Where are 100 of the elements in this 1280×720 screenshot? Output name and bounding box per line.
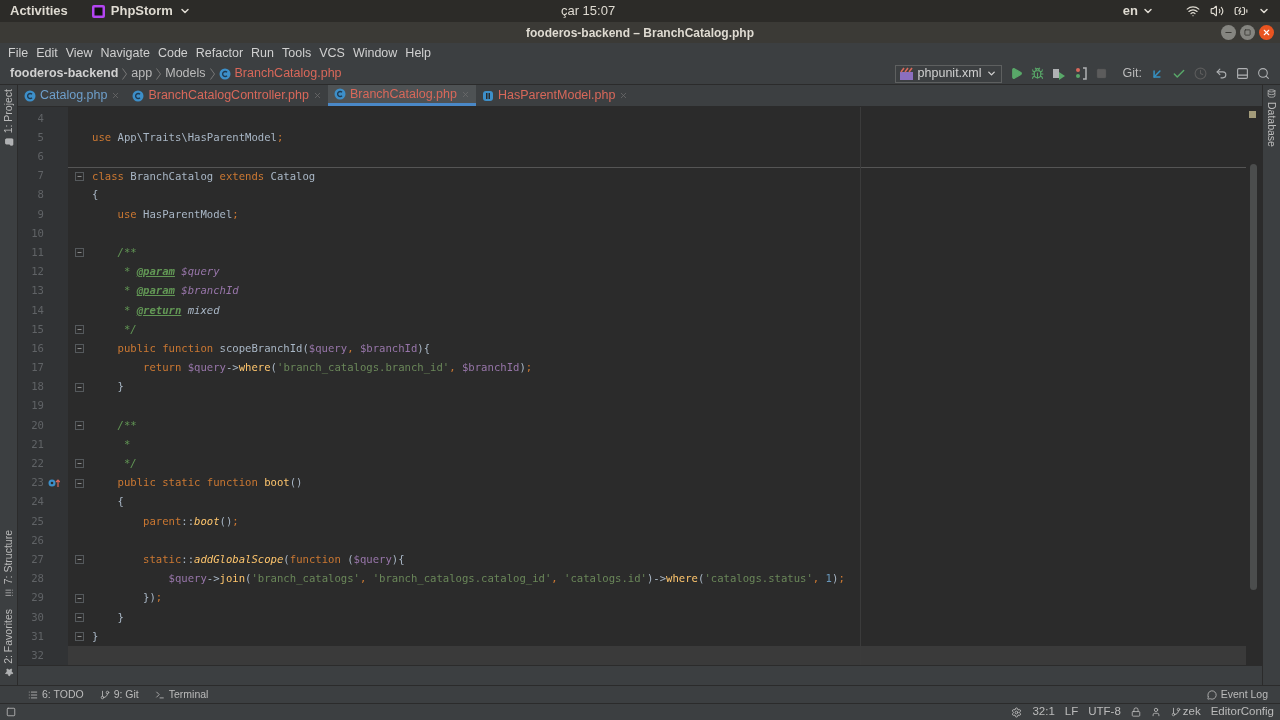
clock[interactable]: çar 15:07 <box>560 1 616 21</box>
tool-window-button[interactable]: 7: Structure <box>0 529 21 598</box>
code-line: } <box>116 379 124 395</box>
breadcrumb[interactable]: fooderos-backend <box>10 64 119 83</box>
editorconfig-widget[interactable]: EditorConfig <box>1210 703 1274 720</box>
fold-marker-icon[interactable] <box>75 632 84 642</box>
caret-position[interactable]: 32:1 <box>1032 703 1055 720</box>
tool-window-button[interactable]: Database <box>1259 89 1280 147</box>
menu-item[interactable]: Refactor <box>191 43 248 63</box>
code-line: } <box>91 628 99 644</box>
class-icon <box>218 67 231 80</box>
terminal-icon <box>154 689 165 700</box>
git-branch-widget[interactable]: zek <box>1170 703 1201 720</box>
line-ending[interactable]: LF <box>1064 703 1079 720</box>
fold-marker-icon[interactable] <box>75 248 84 258</box>
star-icon <box>4 668 13 677</box>
tool-window-button[interactable]: Terminal <box>154 686 209 703</box>
code-line: { <box>91 187 99 203</box>
revert-icon[interactable] <box>1215 67 1228 80</box>
scrollbar-thumb[interactable] <box>1250 164 1257 590</box>
fold-marker-icon[interactable] <box>75 382 84 392</box>
menu-item[interactable]: Navigate <box>96 43 154 63</box>
code-line: * <box>122 436 131 452</box>
chevron-icon <box>122 67 128 80</box>
class-icon <box>24 89 36 102</box>
fold-marker-icon[interactable] <box>75 459 84 469</box>
fold-marker-icon[interactable] <box>75 172 84 182</box>
menu-item[interactable]: Tools <box>278 43 316 63</box>
breadcrumb[interactable]: app <box>131 64 153 83</box>
code-line: { <box>116 494 124 510</box>
trait-icon <box>482 89 494 102</box>
menu-item[interactable]: Edit <box>32 43 62 63</box>
lock-icon[interactable] <box>1130 707 1141 717</box>
phpunit-icon <box>899 67 914 80</box>
branch-icon <box>1170 707 1181 717</box>
panel-toggle-icon[interactable] <box>6 707 16 717</box>
tool-window-button[interactable]: 6: TODO <box>28 686 84 703</box>
code-line: return $query->where('branch_catalogs.branch_id', $branchId); <box>142 360 533 376</box>
fold-marker-icon[interactable] <box>75 612 84 622</box>
editor-tab[interactable]: BranchCatalogController.php <box>126 85 328 106</box>
code-line: parent::boot(); <box>142 513 239 529</box>
app-logo-icon <box>91 4 105 18</box>
battery-icon[interactable] <box>1234 4 1248 18</box>
status-marker-icon <box>1249 111 1256 118</box>
structure-icon <box>4 588 13 598</box>
code-line: public static function boot() <box>116 475 303 491</box>
fold-marker-icon[interactable] <box>75 478 84 488</box>
code-line: use App\Traits\HasParentModel; <box>91 129 284 145</box>
code-line: $query->join('branch_catalogs', 'branch_catalogs.catalog_id', 'catalogs.id')->where('catalogs.status', 1); <box>167 571 845 587</box>
code-line: static::addGlobalScope(function ($query){ <box>142 551 405 567</box>
wifi-icon[interactable] <box>1186 4 1200 18</box>
coverage-icon[interactable] <box>1051 67 1066 80</box>
code-line: /** <box>116 244 137 260</box>
menu-item[interactable]: Help <box>401 43 436 63</box>
terminal-window-icon[interactable] <box>1236 67 1249 80</box>
fold-marker-icon[interactable] <box>75 421 84 431</box>
fold-marker-icon[interactable] <box>75 344 84 354</box>
tool-window-button[interactable]: 2: Favorites <box>0 609 21 677</box>
code-line: class BranchCatalog extends Catalog <box>91 168 316 184</box>
menu-item[interactable]: Window <box>348 43 402 63</box>
caret-icon <box>985 68 997 79</box>
code-line: * @return mixed <box>122 302 220 318</box>
volume-icon[interactable] <box>1210 4 1224 18</box>
file-encoding[interactable]: UTF-8 <box>1088 703 1121 720</box>
editor-tab[interactable]: HasParentModel.php <box>476 85 635 106</box>
editor-tab[interactable]: Catalog.php <box>18 85 127 106</box>
app-menu[interactable]: PhpStorm <box>91 1 191 21</box>
menu-item[interactable]: View <box>61 43 97 63</box>
code-line: * @param $branchId <box>122 283 239 299</box>
search-icon[interactable] <box>1257 67 1270 80</box>
language-menu[interactable]: en <box>1122 1 1154 21</box>
run-icon[interactable] <box>1009 67 1023 80</box>
list-icon <box>28 689 38 700</box>
minimize-button[interactable] <box>1221 25 1236 40</box>
override-marker-icon[interactable] <box>48 478 60 489</box>
close-button[interactable] <box>1259 25 1274 40</box>
database-icon <box>1267 89 1276 98</box>
menu-item[interactable]: Code <box>153 43 192 63</box>
activities-button[interactable]: Activities <box>10 1 68 21</box>
gear-icon[interactable] <box>1011 706 1023 718</box>
person-icon[interactable] <box>1150 707 1161 717</box>
breadcrumb[interactable]: Models <box>165 64 206 83</box>
tool-window-button[interactable]: 1: Project <box>0 89 21 147</box>
window-title: fooderos-backend – BranchCatalog.php <box>526 24 754 42</box>
event-log-button[interactable]: Event Log <box>1206 686 1268 703</box>
menu-item[interactable]: File <box>4 43 33 63</box>
code-line: /** <box>116 417 137 433</box>
code-line: }); <box>142 590 163 606</box>
code-line: use HasParentModel; <box>116 206 239 222</box>
debug-icon[interactable] <box>1030 67 1044 80</box>
breadcrumb[interactable]: BranchCatalog.php <box>218 64 342 83</box>
run-configuration-dropdown[interactable]: phpunit.xml <box>894 64 1002 83</box>
menu-item[interactable]: VCS <box>315 43 349 63</box>
code-line: public function scopeBranchId($query, $branchId){ <box>116 340 431 356</box>
menu-item[interactable]: Run <box>247 43 278 63</box>
fold-marker-icon[interactable] <box>75 325 84 335</box>
tool-window-button[interactable]: 9: Git <box>99 686 139 703</box>
fold-marker-icon[interactable] <box>75 593 84 603</box>
profiler-icon[interactable] <box>1073 67 1088 80</box>
fold-marker-icon[interactable] <box>75 555 84 565</box>
